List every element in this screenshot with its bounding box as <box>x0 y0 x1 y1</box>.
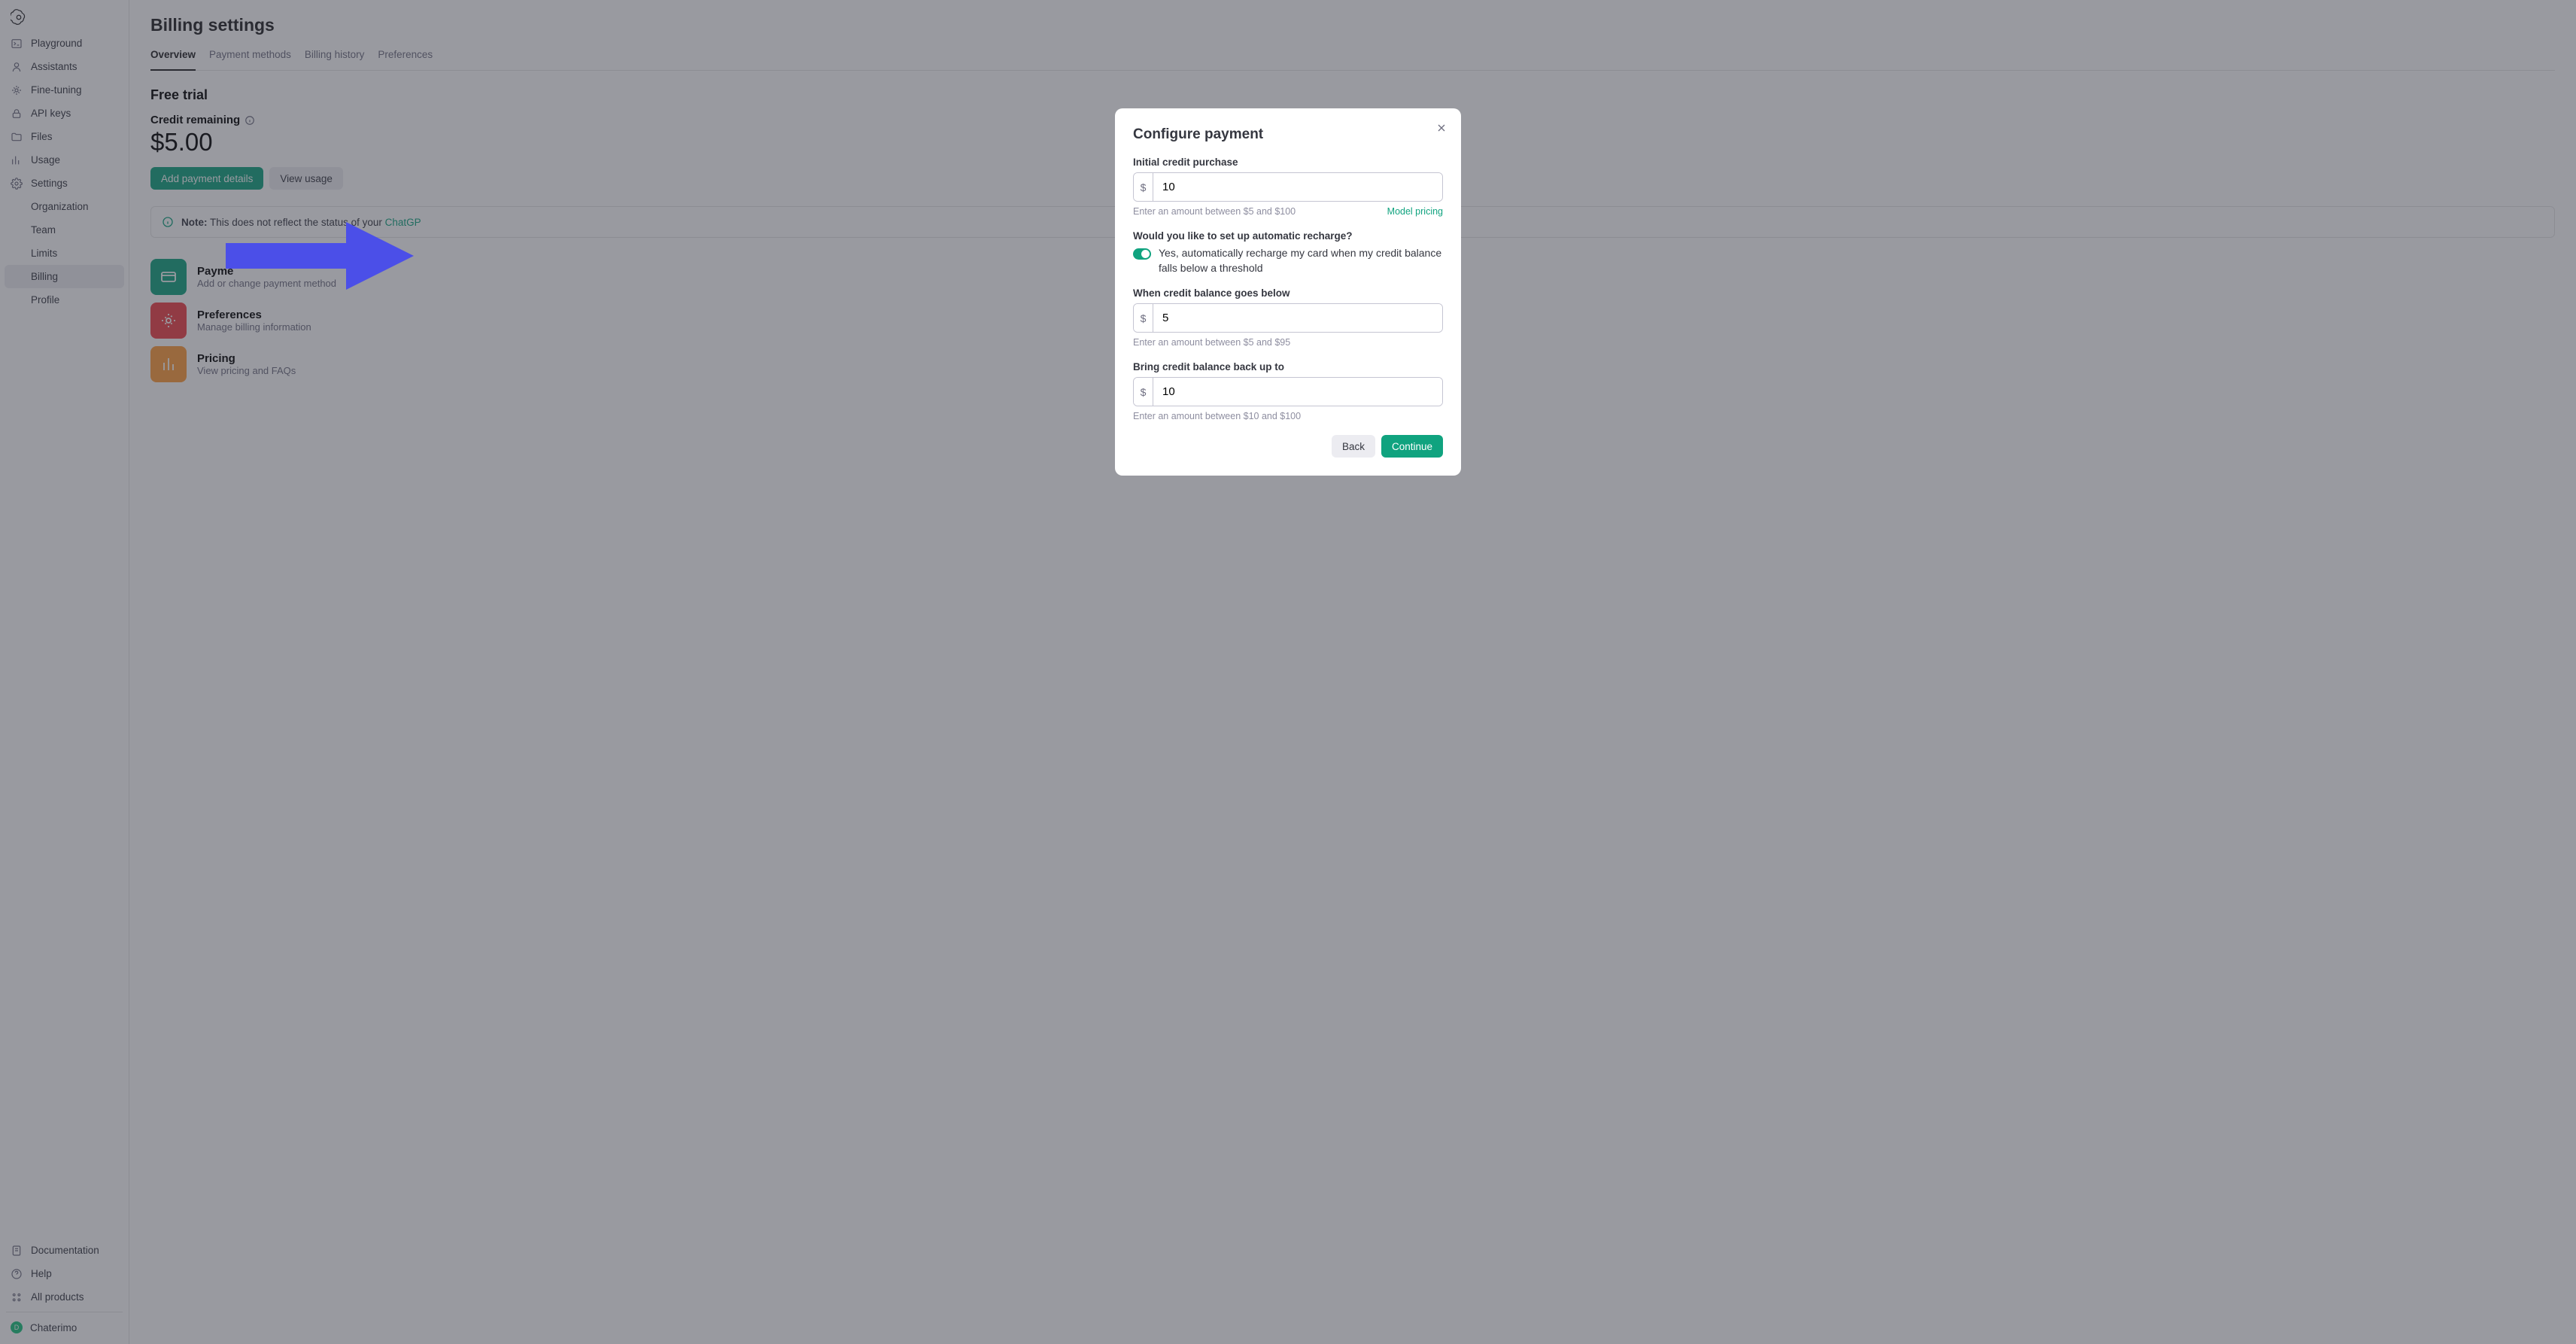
bring-helper: Enter an amount between $10 and $100 <box>1133 411 1301 421</box>
auto-recharge-toggle[interactable] <box>1133 248 1151 260</box>
back-button[interactable]: Back <box>1332 435 1375 458</box>
dollar-prefix: $ <box>1134 173 1153 201</box>
auto-recharge-toggle-row: Yes, automatically recharge my card when… <box>1133 246 1443 275</box>
bring-input[interactable] <box>1153 378 1442 406</box>
modal-title: Configure payment <box>1133 126 1443 143</box>
below-label: When credit balance goes below <box>1133 287 1443 299</box>
configure-payment-modal: Configure payment Initial credit purchas… <box>1115 108 1461 476</box>
initial-credit-input[interactable] <box>1153 173 1442 201</box>
bring-input-group: $ <box>1133 377 1443 406</box>
modal-footer: Back Continue <box>1133 435 1443 458</box>
modal-overlay: Configure payment Initial credit purchas… <box>0 0 2576 1344</box>
below-helper: Enter an amount between $5 and $95 <box>1133 337 1290 348</box>
dollar-prefix: $ <box>1134 304 1153 332</box>
initial-credit-label: Initial credit purchase <box>1133 157 1443 168</box>
auto-recharge-label: Would you like to set up automatic recha… <box>1133 230 1443 242</box>
bring-label: Bring credit balance back up to <box>1133 361 1443 372</box>
dollar-prefix: $ <box>1134 378 1153 406</box>
initial-credit-input-group: $ <box>1133 172 1443 202</box>
continue-button[interactable]: Continue <box>1381 435 1443 458</box>
close-button[interactable] <box>1435 122 1447 134</box>
initial-helper: Enter an amount between $5 and $100 <box>1133 206 1296 217</box>
below-input[interactable] <box>1153 304 1442 332</box>
annotation-arrow <box>226 222 414 297</box>
below-input-group: $ <box>1133 303 1443 333</box>
toggle-text: Yes, automatically recharge my card when… <box>1159 246 1443 275</box>
close-icon <box>1435 122 1447 134</box>
model-pricing-link[interactable]: Model pricing <box>1387 206 1443 217</box>
